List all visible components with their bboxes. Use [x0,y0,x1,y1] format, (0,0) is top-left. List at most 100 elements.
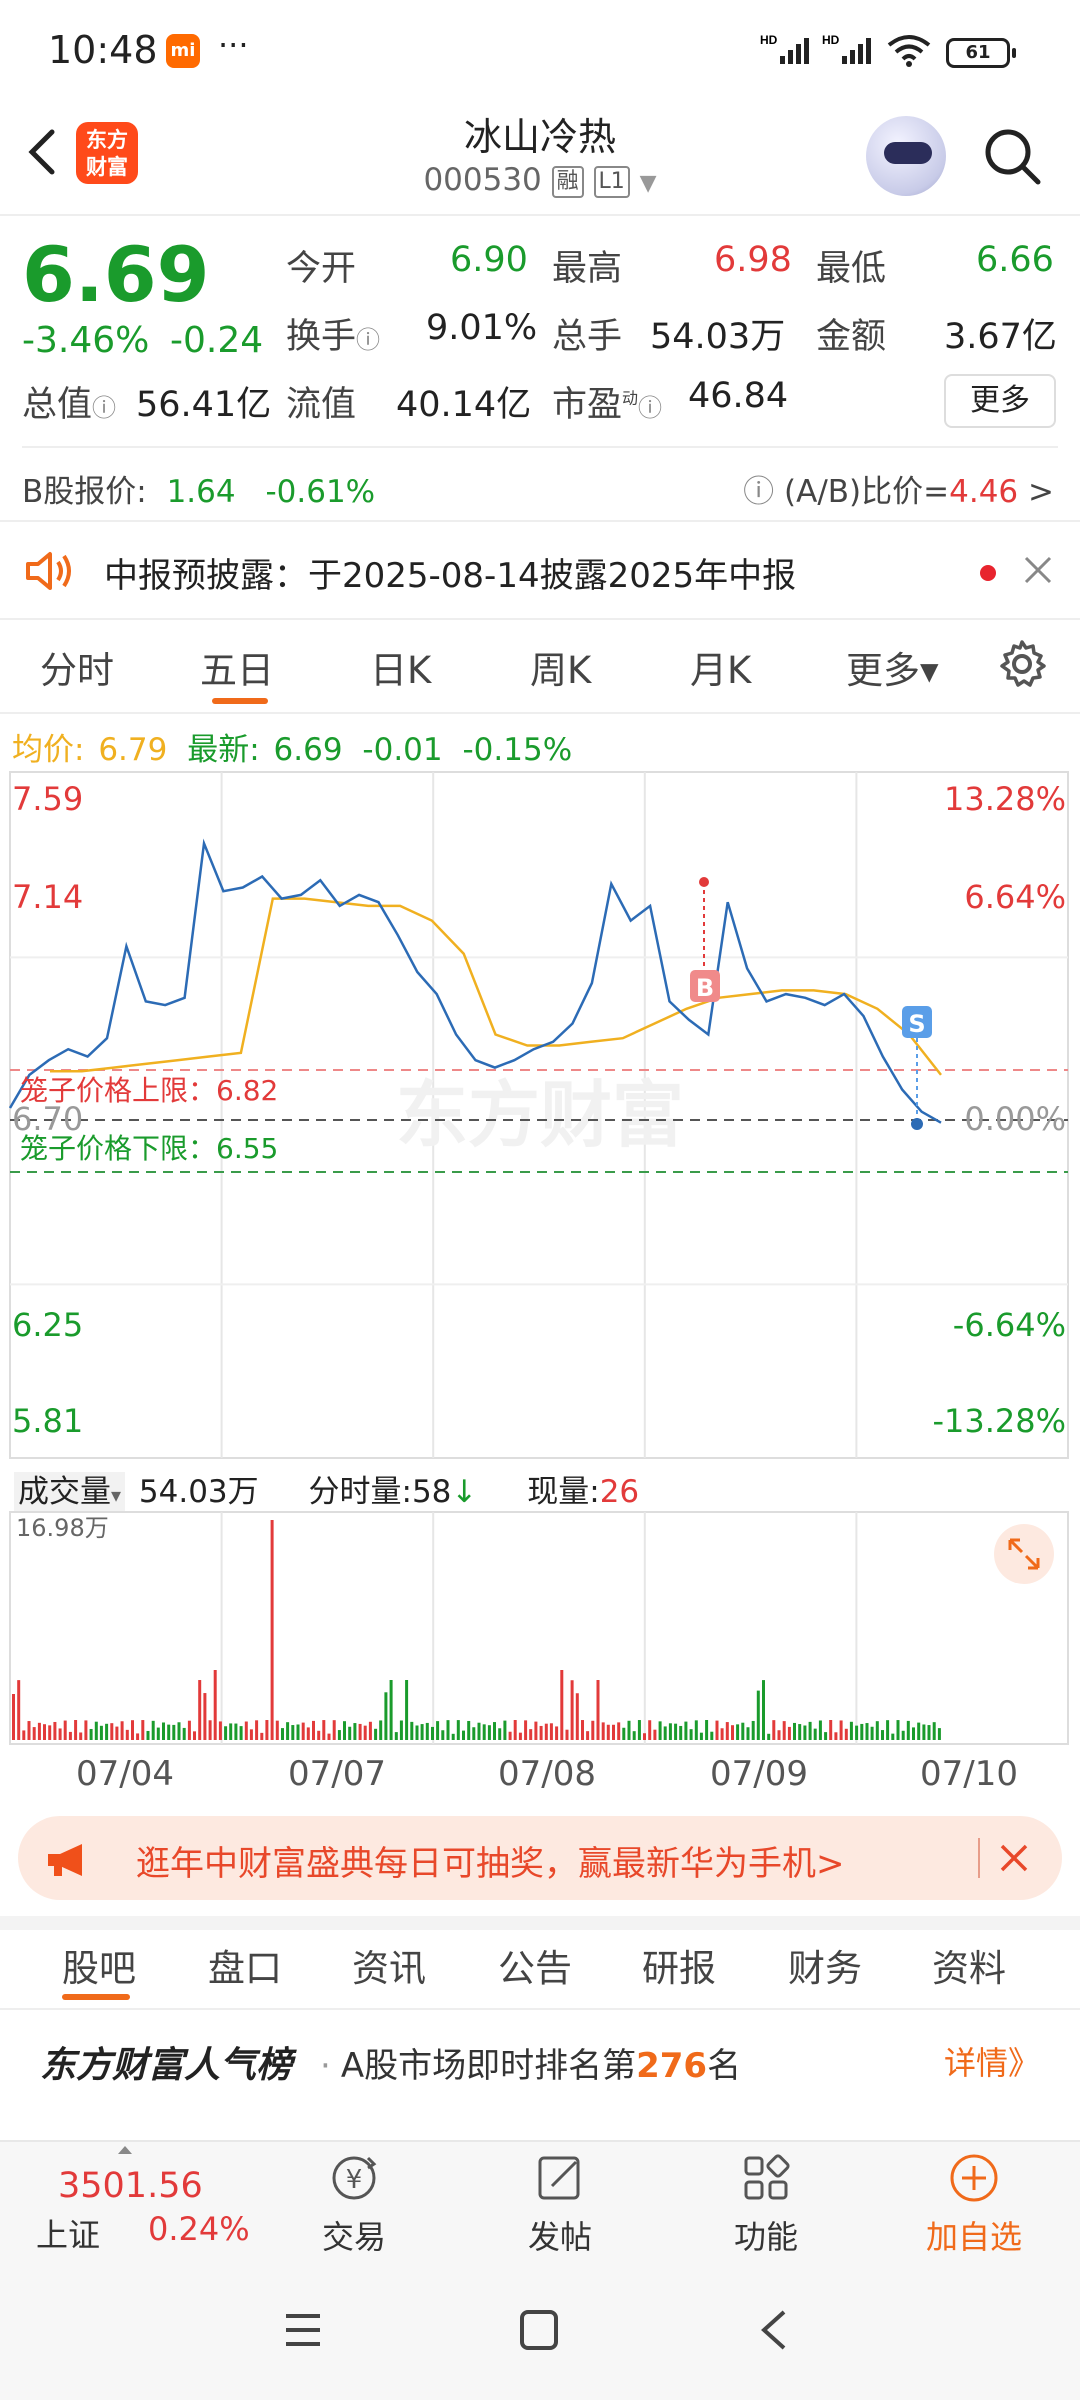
volume-bar [234,1723,238,1740]
sell-marker-text: S [908,1010,925,1038]
volume-bar [343,1721,346,1740]
tab-research[interactable]: 研报 [642,1938,716,1992]
current-price: 6.69 [22,230,210,319]
volume-bar [736,1724,740,1740]
volume-bar [394,1732,398,1740]
volume-bar [244,1721,248,1740]
tab-daily-k[interactable]: 日K [370,640,431,694]
trade-button[interactable]: ¥ 交易 [294,2150,414,2258]
volume-bar [813,1728,817,1740]
ab-ratio[interactable]: ⓘ (A/B)比价=4.46 > [743,466,1054,511]
right-axis-label: 6.64% [964,878,1066,916]
index-change[interactable]: 0.24% [148,2210,250,2248]
volume-bar [125,1729,129,1740]
tab-profile[interactable]: 资料 [932,1938,1006,1992]
eastmoney-logo: 东方 财富 [76,122,138,184]
settings-gear-icon[interactable] [996,638,1048,690]
stock-code-selector[interactable]: 000530 融 L1 ▼ [380,162,700,198]
volume-bar [606,1724,610,1740]
turnover-label[interactable]: 换手ⓘ [286,308,380,359]
volume-bar [508,1731,512,1740]
volume-bar [239,1726,243,1740]
volume-bar [891,1733,895,1740]
tab-more[interactable]: 更多▾ [846,640,939,694]
volume-bar [151,1720,155,1740]
percent-change: -3.46% [22,320,150,361]
add-watchlist-button[interactable]: 加自选 [914,2150,1034,2258]
tab-forum[interactable]: 股吧 [62,1938,136,1992]
volume-bar [379,1720,383,1740]
volume-bar [275,1720,279,1740]
volume-header: 成交量▾ 54.03万 分时量:58↓ 现量:26 [14,1466,639,1512]
volume-bar [58,1728,62,1740]
volume-bar [860,1723,864,1740]
notice-text: 中报预披露：于2025-08-14披露2025年中报 [104,556,797,596]
volume-bar [84,1720,88,1740]
tab-announcements[interactable]: 公告 [498,1938,572,1992]
function-button[interactable]: 功能 [706,2150,826,2258]
index-value[interactable]: 3501.56 [58,2166,203,2206]
tab-five-day[interactable]: 五日 [200,640,274,694]
left-axis-label: 5.81 [12,1402,83,1440]
pe-label[interactable]: 市盈动ⓘ [552,376,662,427]
ab-ratio-label: (A/B)比价= [784,474,950,510]
open-label: 今开 [286,249,357,289]
avg-price-label: 均价: [12,732,85,768]
tab-order-book[interactable]: 盘口 [208,1938,282,1992]
volume-bar [89,1728,93,1740]
volume-bar [575,1693,579,1740]
volume-bar [612,1724,615,1740]
volume-bar [322,1720,326,1740]
price-chart[interactable]: 东方财富 7.597.146.706.255.81 13.28%6.64%0.0… [0,770,1080,1460]
volume-bar [782,1721,786,1740]
home-icon[interactable] [518,2308,560,2352]
market-cap-label[interactable]: 总值ⓘ [22,376,116,427]
promo-text[interactable]: 逛年中财富盛典每日可抽奖，赢最新华为手机> [136,1836,845,1885]
volume-bar [710,1731,714,1740]
volume-bar [912,1727,915,1740]
volume-chart[interactable]: 16.98万 [0,1510,1080,1756]
search-icon[interactable] [980,124,1044,188]
volume-bar [131,1720,134,1740]
tab-weekly-k[interactable]: 周K [530,640,591,694]
tab-intraday[interactable]: 分时 [40,640,114,694]
section-divider [0,520,1080,522]
active-bottom-tab-indicator [62,1994,130,2000]
menu-icon[interactable] [282,2310,324,2350]
watermark: 东方财富 [396,1073,684,1157]
volume-bar [834,1732,838,1740]
back-button[interactable] [20,122,64,182]
interval-volume: 分时量:58 [308,1474,452,1510]
index-name[interactable]: 上证 [36,2210,100,2256]
expand-chart-button [994,1524,1054,1584]
high-value: 6.98 [714,240,792,280]
tab-financials[interactable]: 财务 [788,1938,862,1992]
avg-price-value: 6.79 [98,732,168,768]
volume-bar [674,1723,678,1740]
volume-bar [684,1721,688,1740]
post-button[interactable]: 发帖 [500,2150,620,2258]
ranking-detail-link[interactable]: 详情》 [944,2038,1040,2084]
volume-indicator-selector[interactable]: 成交量▾ [14,1472,126,1512]
volume-bar [663,1726,667,1740]
tab-monthly-k[interactable]: 月K [690,640,751,694]
current-volume-label: 现量: [527,1474,600,1510]
ranking-number: 276 [636,2046,708,2086]
volume-bar [534,1721,538,1740]
avg-price-line [50,897,942,1076]
volume-bar [513,1720,517,1740]
close-notice-icon[interactable] [1020,552,1056,588]
volume-bar [420,1724,424,1740]
more-stats-button[interactable]: 更多 [944,374,1056,428]
close-promo-icon[interactable] [996,1840,1032,1876]
tab-news[interactable]: 资讯 [352,1938,426,1992]
signal-1-hd: HD [760,33,778,47]
volume-bar [767,1733,771,1740]
volume-bar [389,1680,393,1740]
volume-bar [43,1724,46,1740]
b-share-price: 1.64 [166,474,236,510]
volume-bar [353,1723,357,1740]
volume-bar [601,1722,605,1740]
back-nav-icon[interactable] [756,2308,792,2352]
volume-bar [498,1728,502,1740]
